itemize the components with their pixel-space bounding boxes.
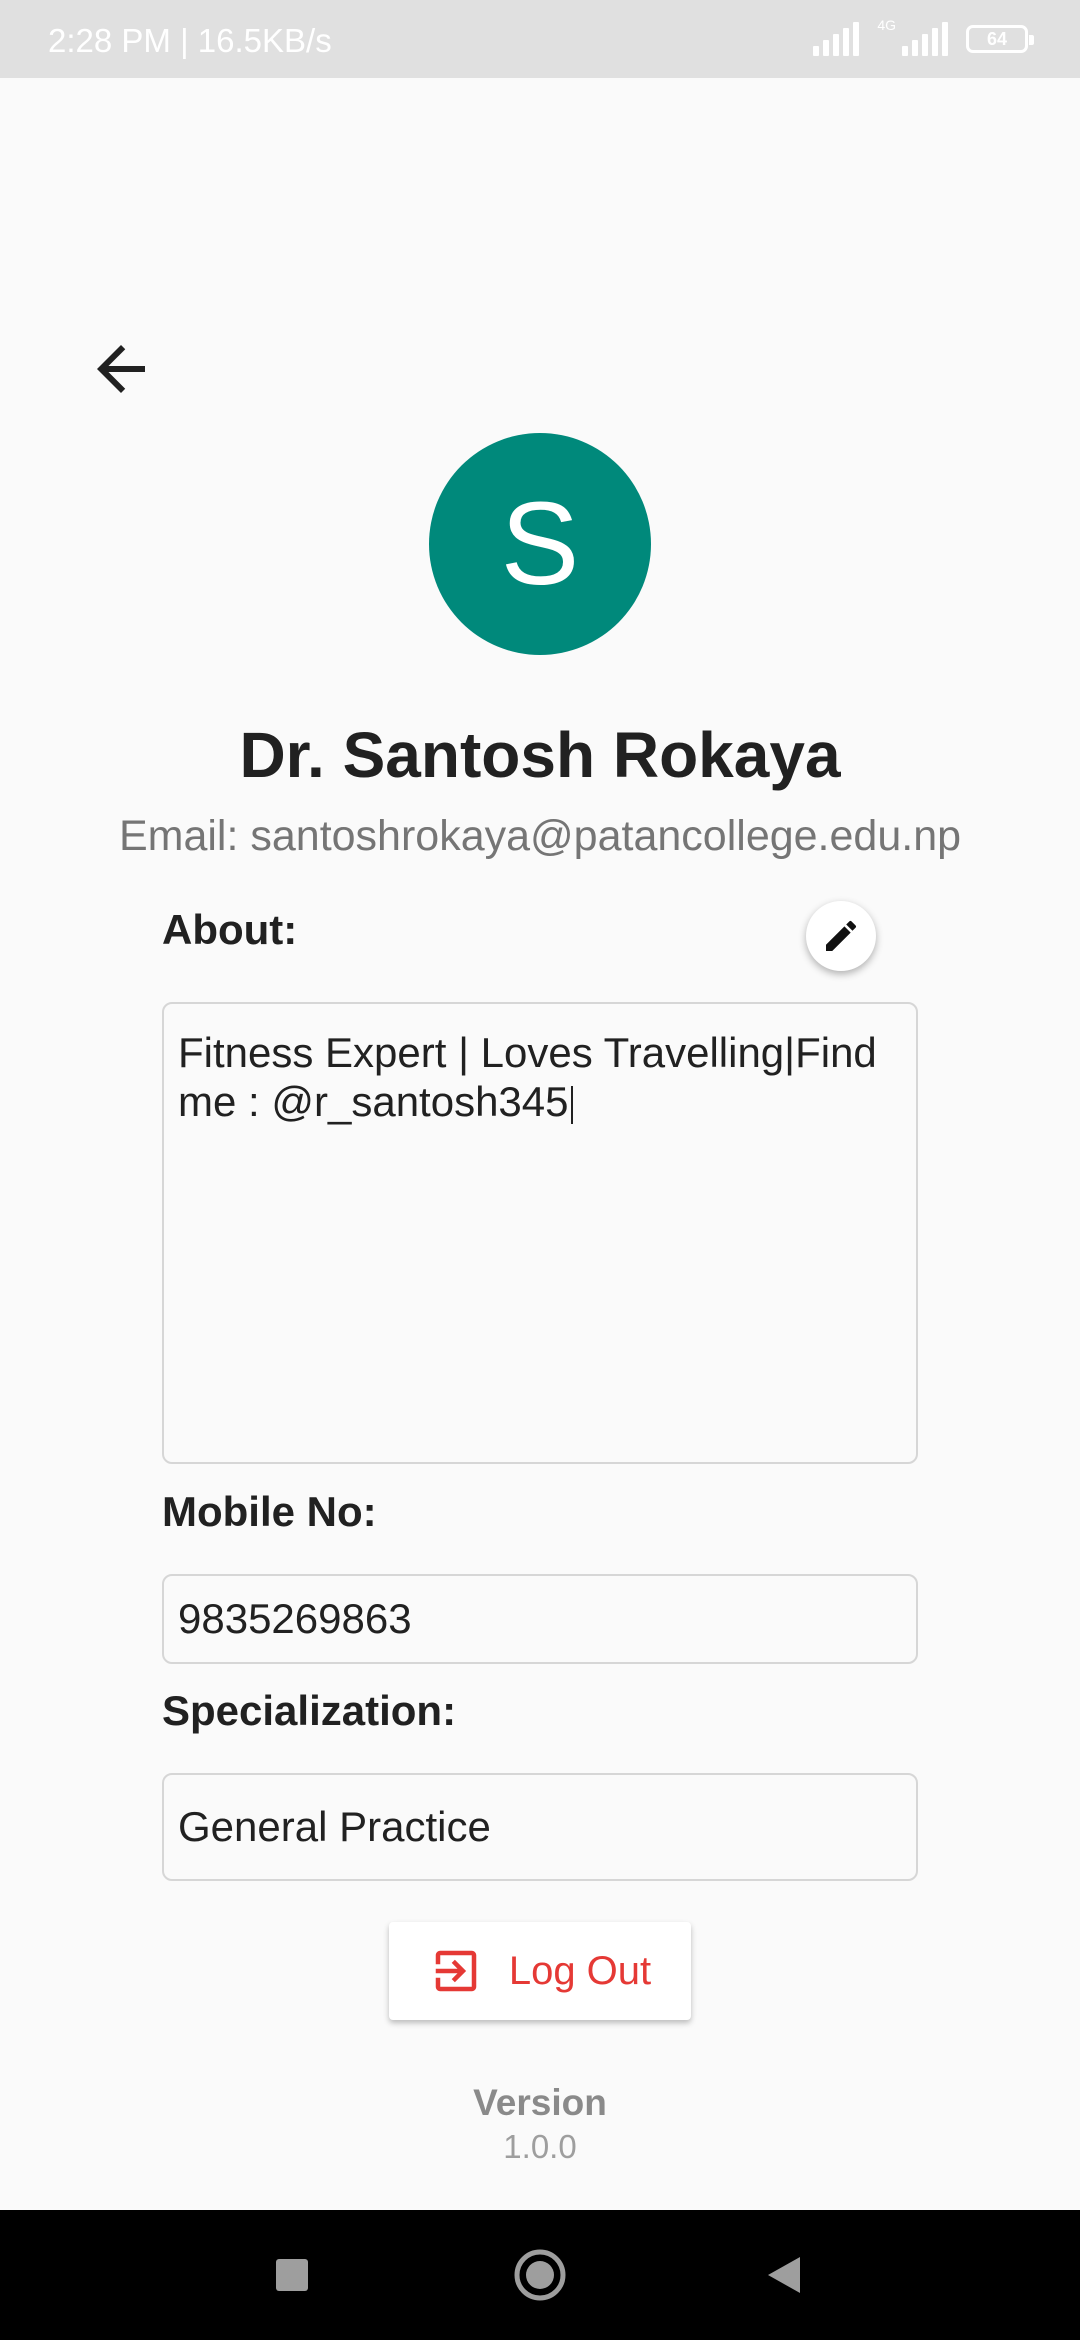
network-type: 4G xyxy=(877,17,896,33)
version-label: Version xyxy=(473,2082,607,2123)
circle-icon xyxy=(514,2249,566,2301)
mobile-label: Mobile No: xyxy=(162,1488,377,1535)
back-button[interactable] xyxy=(78,326,164,412)
text-cursor xyxy=(570,1085,573,1124)
logout-label: Log Out xyxy=(508,1948,652,1993)
about-text-line1: Fitness Expert | Loves Travelling|Find xyxy=(178,1029,877,1076)
nav-back-button[interactable] xyxy=(724,2210,844,2340)
battery-icon: 64 xyxy=(966,25,1034,53)
avatar-letter: S xyxy=(500,478,580,610)
profile-name: Dr. Santosh Rokaya xyxy=(239,719,841,791)
specialization-value: General Practice xyxy=(178,1803,491,1850)
signal-icon xyxy=(813,22,860,56)
nav-recents-button[interactable] xyxy=(232,2210,352,2340)
about-text-line2: me : @r_santosh345 xyxy=(178,1078,569,1125)
about-text-line2-wrap: me : @r_santosh345 xyxy=(178,1077,902,1126)
edit-about-button[interactable] xyxy=(806,901,876,971)
mobile-field[interactable]: 9835269863 xyxy=(162,1574,918,1664)
triangle-back-icon xyxy=(768,2257,800,2293)
square-icon xyxy=(276,2259,308,2291)
status-icons: 4G 64 xyxy=(813,17,1034,56)
signal-icon-2 xyxy=(902,22,948,56)
avatar: S xyxy=(429,433,651,655)
version-number: 1.0.0 xyxy=(503,2128,577,2165)
pencil-icon xyxy=(826,920,857,951)
battery-level: 64 xyxy=(986,28,1008,49)
nav-home-button[interactable] xyxy=(480,2210,600,2340)
mobile-value: 9835269863 xyxy=(178,1595,412,1642)
profile-email: Email: santoshrokaya@patancollege.edu.np xyxy=(118,812,962,860)
specialization-field[interactable]: General Practice xyxy=(162,1773,918,1881)
logout-icon xyxy=(435,1950,477,1992)
arrow-back-icon xyxy=(97,345,145,393)
about-label: About: xyxy=(162,906,298,953)
specialization-label: Specialization: xyxy=(162,1687,457,1734)
about-textarea[interactable]: Fitness Expert | Loves Travelling|Find m… xyxy=(162,1002,918,1464)
system-nav-bar xyxy=(0,2210,1080,2340)
status-time: 2:28 PM | 16.5KB/s xyxy=(48,22,332,59)
logout-button[interactable]: Log Out xyxy=(389,1922,691,2020)
status-bar: 2:28 PM | 16.5KB/s 4G 64 xyxy=(0,0,1080,78)
